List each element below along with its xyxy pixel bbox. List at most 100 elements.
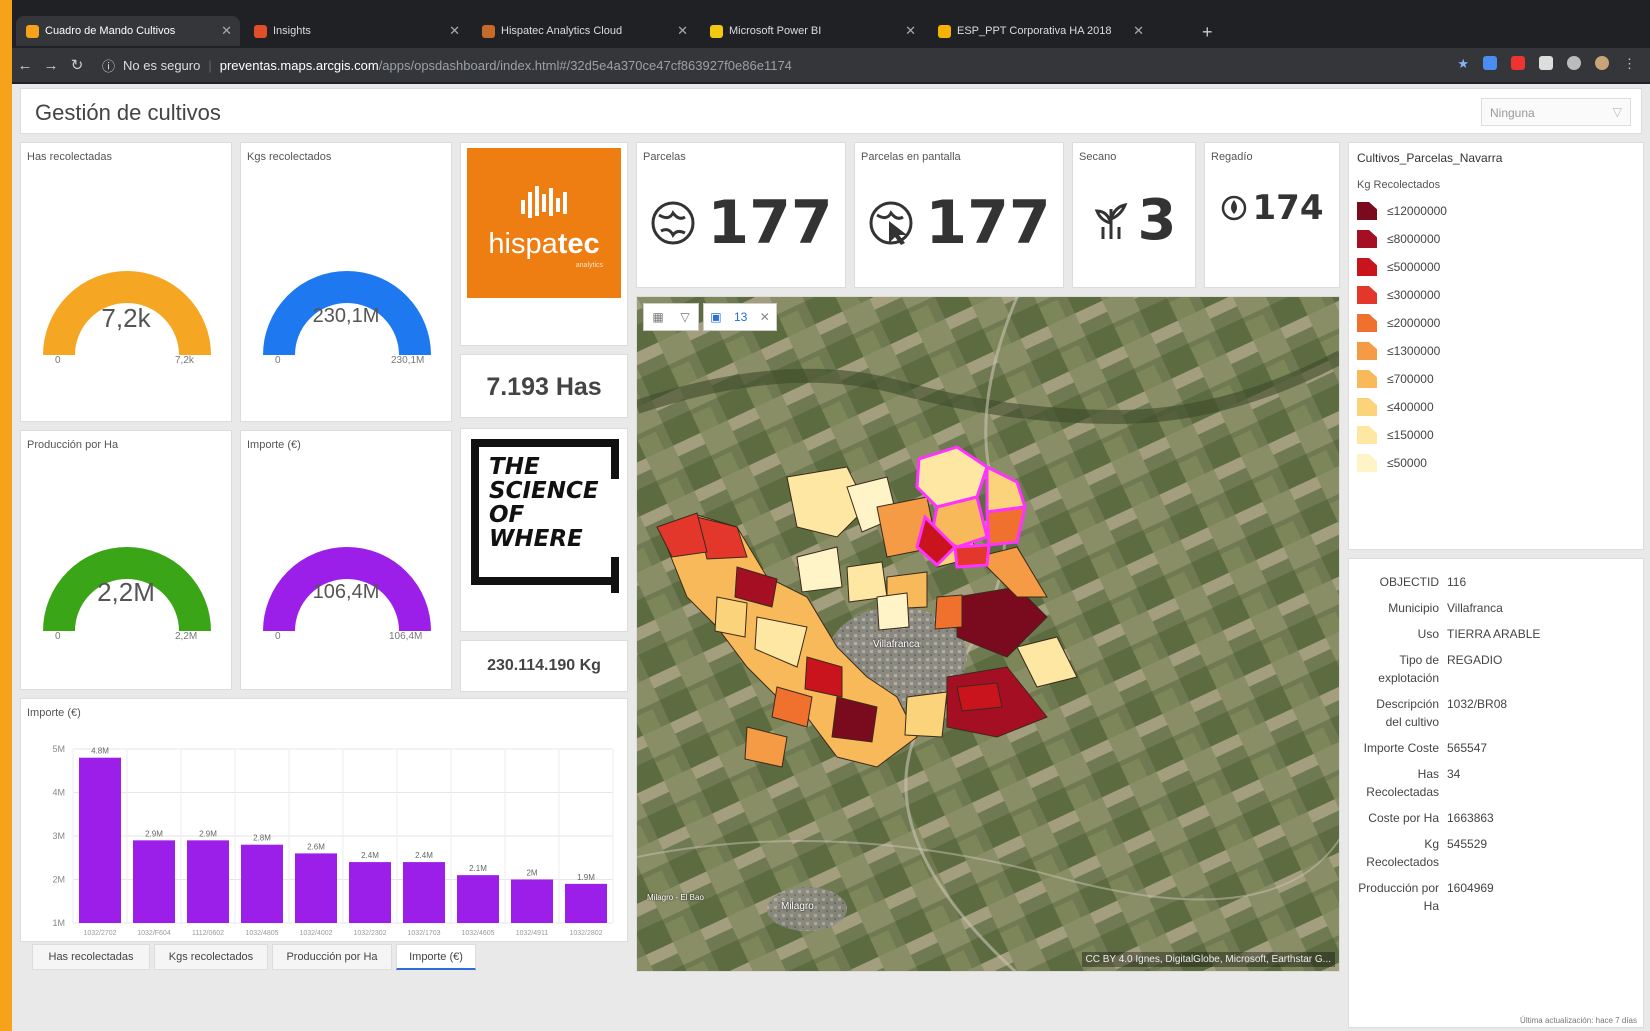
tab-esp-ppt[interactable]: ESP_PPT Corporativa HA 2018 ✕ — [928, 16, 1152, 46]
selector-value: Ninguna — [1490, 106, 1535, 120]
gauge-max: 230,1M — [391, 355, 425, 366]
gauge-chart — [43, 547, 211, 632]
tab-kgs-recolectados[interactable]: Kgs recolectados — [154, 944, 268, 970]
science-of-where-text: THE SCIENCE OF WHERE — [489, 454, 599, 552]
bookmark-star-icon[interactable]: ★ — [1457, 56, 1469, 71]
chevron-down-icon[interactable]: ▽ — [680, 310, 689, 324]
dashboard: Gestión de cultivos Ninguna ▽ Has recole… — [12, 84, 1650, 1031]
tab-insights[interactable]: Insights ✕ — [244, 16, 468, 46]
tab-produccion-por-ha[interactable]: Producción por Ha — [272, 944, 392, 970]
science-panel: THE SCIENCE OF WHERE — [460, 428, 628, 632]
gauge-panel-kgs[interactable]: Kgs recolectados 230,1M 0 230,1M — [240, 142, 452, 422]
close-tab-icon[interactable]: ✕ — [449, 23, 460, 39]
detail-key: Coste por Ha — [1368, 811, 1439, 825]
data-label: 1.9M — [577, 873, 595, 882]
map-toolbar-layers[interactable]: ▦ ▽ — [643, 303, 699, 331]
logo-wordmark: hispatec — [488, 228, 600, 260]
menu-icon[interactable]: ⋮ — [1623, 56, 1636, 71]
map-attribution: CC BY 4.0 Ignes, DigitalGlobe, Microsoft… — [1081, 952, 1335, 967]
extension-icon[interactable] — [1567, 56, 1581, 70]
map-panel[interactable]: ▦ ▽ ▣ 13 ✕ Villafranca Milagro Milagro - El… — [636, 296, 1340, 972]
gauge-panel-importe[interactable]: Importe (€) 106,4M 0 106,4M — [240, 430, 452, 690]
tab-title: ESP_PPT Corporativa HA 2018 — [957, 25, 1112, 37]
detail-row: Uso TIERRA ARABLE — [1357, 625, 1635, 643]
legend-label: ≤5000000 — [1387, 260, 1441, 274]
legend-item: ≤8000000 — [1357, 225, 1635, 253]
logo-sub: analytics — [575, 262, 603, 269]
extension-icon[interactable] — [1511, 56, 1525, 70]
back-icon[interactable]: ← — [12, 57, 38, 74]
bar — [457, 875, 499, 923]
tab-importe[interactable]: Importe (€) — [396, 944, 476, 970]
x-tick-label: 1112/0602 — [192, 930, 224, 937]
close-tab-icon[interactable]: ✕ — [221, 23, 232, 39]
chart-tabs: Has recolectadas Kgs recolectados Produc… — [20, 944, 480, 974]
favicon-icon — [482, 24, 495, 38]
detail-key: Uso — [1417, 627, 1439, 641]
tab-power-bi[interactable]: Microsoft Power BI ✕ — [700, 16, 924, 46]
detail-row: Coste por Ha 1663863 — [1357, 809, 1635, 827]
forward-icon[interactable]: → — [38, 57, 64, 74]
legend-swatch — [1357, 314, 1377, 332]
gauge-value: 7,2k — [101, 303, 151, 333]
left-accent-bar — [0, 0, 12, 1031]
x-tick-label: 1032/1703 — [407, 930, 440, 937]
tab-has-recolectadas[interactable]: Has recolectadas — [32, 944, 150, 970]
bar — [511, 879, 553, 923]
clear-selection-icon[interactable]: ✕ — [760, 310, 770, 324]
close-tab-icon[interactable]: ✕ — [905, 23, 916, 39]
satellite-map[interactable] — [637, 297, 1340, 972]
details-panel: OBJECTID 116 Municipio Villafranca Uso TIERRA… — [1348, 558, 1644, 1028]
reload-icon[interactable]: ↻ — [64, 56, 90, 74]
legend-label: ≤400000 — [1387, 400, 1434, 414]
legend-title: Cultivos_Parcelas_Navarra — [1357, 151, 1503, 165]
map-selection-chip[interactable]: ▣ 13 ✕ — [703, 303, 777, 331]
legend-label: ≤50000 — [1387, 456, 1427, 470]
close-tab-icon[interactable]: ✕ — [1133, 23, 1144, 39]
indicator-regadio[interactable]: Regadío 174 — [1204, 142, 1340, 288]
profile-avatar[interactable] — [1595, 56, 1609, 70]
gauge-value: 106,4M — [312, 581, 380, 603]
gauge-panel-produccion[interactable]: Producción por Ha 2,2M 0 2,2M — [20, 430, 232, 690]
x-tick-label: 1032/4605 — [461, 930, 494, 937]
gauge-panel-has[interactable]: Has recolectadas 7,2k 0 7,2k — [20, 142, 232, 422]
extension-icon[interactable] — [1483, 56, 1497, 70]
indicator-title: Regadío — [1211, 151, 1253, 163]
data-label: 2.8M — [253, 834, 271, 843]
omnibox[interactable]: ⓘ No es seguro | preventas.maps.arcgis.c… — [102, 56, 792, 75]
x-tick-label: 1032/F604 — [137, 930, 171, 937]
kg-total-panel: 230.114.190 Kg — [460, 640, 628, 692]
legend-label: ≤1300000 — [1387, 344, 1441, 358]
x-tick-label: 1032/2802 — [569, 930, 602, 937]
selection-count: 13 — [733, 310, 748, 324]
tab-hispatec-analytics[interactable]: Hispatec Analytics Cloud ✕ — [472, 16, 696, 46]
detail-row: Tipo de explotación REGADIO — [1357, 651, 1635, 687]
data-label: 2M — [526, 869, 537, 878]
indicator-parcelas[interactable]: Parcelas 177 — [636, 142, 846, 288]
legend-label: ≤8000000 — [1387, 232, 1441, 246]
detail-value: 545529 — [1447, 837, 1488, 851]
last-update-text: Última actualización: hace 7 días — [1520, 1016, 1637, 1025]
info-icon[interactable]: ⓘ — [102, 56, 115, 75]
legend-swatch — [1357, 202, 1377, 220]
close-tab-icon[interactable]: ✕ — [677, 23, 688, 39]
data-label: 2.9M — [199, 829, 217, 838]
detail-value: REGADIO — [1447, 653, 1503, 667]
gauge-min: 0 — [55, 631, 61, 642]
indicator-title: Parcelas en pantalla — [861, 151, 961, 163]
indicator-secano[interactable]: Secano 3 — [1072, 142, 1196, 288]
bar-chart-panel[interactable]: Importe (€) 1M 2M 3M 4M 5M 4.8M 1032/2702 2.9M 1… — [20, 698, 628, 942]
globe-cursor-icon — [869, 201, 913, 245]
plant-icon — [1094, 202, 1127, 239]
layers-icon[interactable]: ▦ — [652, 310, 663, 324]
browser-chrome: Cuadro de Mando Cultivos ✕ Insights ✕ Hi… — [12, 0, 1650, 84]
indicator-parcelas-pantalla[interactable]: Parcelas en pantalla 177 — [854, 142, 1064, 288]
new-tab-button[interactable]: + — [1202, 22, 1213, 43]
data-label: 2.4M — [361, 851, 379, 860]
bar — [403, 862, 445, 923]
has-total-text: 7.193 Has — [486, 373, 602, 401]
tab-cuadro-de-mando[interactable]: Cuadro de Mando Cultivos ✕ — [16, 16, 240, 46]
data-label: 4.8M — [91, 747, 109, 756]
filter-selector[interactable]: Ninguna ▽ — [1481, 98, 1631, 126]
extension-icon[interactable] — [1539, 56, 1553, 70]
